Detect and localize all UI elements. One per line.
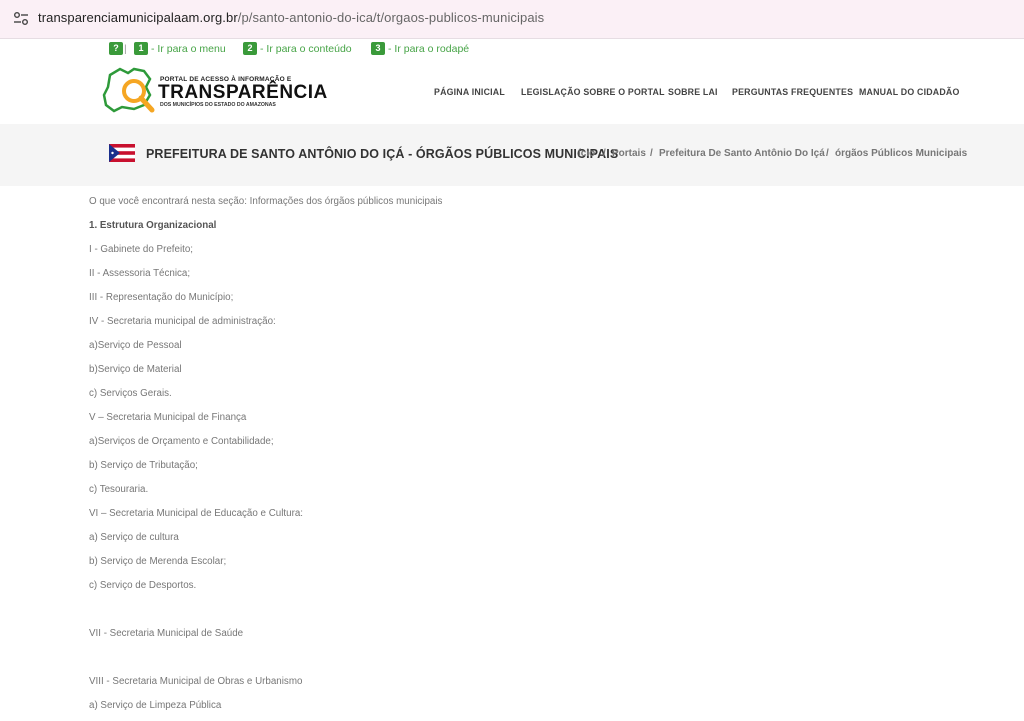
nav-faq[interactable]: PERGUNTAS FREQUENTES [732,87,853,97]
content-line: a) Serviço de cultura [89,532,179,543]
key-badge: 3 [371,42,385,55]
skip-link-label: - Ir para o conteúdo [260,42,352,55]
url-field[interactable]: transparenciamunicipalaam.org.br/p/santo… [38,10,544,25]
content-line: III - Representação do Município; [89,292,234,303]
municipal-flag-icon [109,144,135,162]
page-title: PREFEITURA DE SANTO ANTÔNIO DO IÇÁ - ÓRG… [146,147,619,161]
content-line: a)Serviço de Pessoal [89,340,182,351]
skip-to-footer-link[interactable]: 3- Ir para o rodapé [371,42,469,55]
content-line: V – Secretaria Municipal de Finança [89,412,247,423]
breadcrumb-separator: / [603,148,606,159]
breadcrumb-separator: / [650,148,653,159]
content-line: b) Serviço de Merenda Escolar; [89,556,227,567]
content-line: c) Tesouraria. [89,484,149,495]
skip-to-content-link[interactable]: 2- Ir para o conteúdo [243,42,352,55]
content-line: VIII - Secretaria Municipal de Obras e U… [89,676,303,687]
content-line: I - Gabinete do Prefeito; [89,244,194,255]
breadcrumb-prefeitura[interactable]: Prefeitura De Santo Antônio Do Içá [659,148,825,159]
site-logo[interactable]: PORTAL DE ACESSO À INFORMAÇÃO E TRANSPAR… [100,65,327,117]
skip-link-label: - Ir para o menu [151,42,226,55]
logo-line2: TRANSPARÊNCIA [158,82,328,103]
amazonas-map-magnifier-icon [102,67,155,113]
logo-line3: DOS MUNICÍPIOS DO ESTADO DO AMAZONAS [160,102,276,108]
skip-link-label: - Ir para o rodapé [388,42,470,55]
tune-icon[interactable] [12,11,30,27]
content-line: c) Serviço de Desportos. [89,580,197,591]
breadcrumb-home[interactable]: ício [578,148,595,159]
url-host: transparenciamunicipalaam.org.br [38,10,238,25]
content-line: c) Serviços Gerais. [89,388,172,399]
section-heading: 1. Estrutura Organizacional [89,220,217,231]
content-line: b) Serviço de Tributação; [89,460,198,471]
breadcrumb-current: órgãos Públicos Municipais [835,148,968,159]
section-intro: O que você encontrará nesta seção: Infor… [89,196,443,207]
browser-address-bar: transparenciamunicipalaam.org.br/p/santo… [0,0,1024,39]
content-line: b)Serviço de Material [89,364,182,375]
nav-legislation[interactable]: LEGISLAÇÃO SOBRE O PORTAL [521,87,665,97]
content-line: a)Serviços de Orçamento e Contabilidade; [89,436,274,447]
nav-citizen-manual[interactable]: MANUAL DO CIDADÃO [859,87,960,97]
skip-to-menu-link[interactable]: 1- Ir para o menu [134,42,226,55]
url-path: /p/santo-antonio-do-ica/t/orgaos-publico… [237,10,545,25]
content-line: IV - Secretaria municipal de administraç… [89,316,276,327]
nav-home[interactable]: PÁGINA INICIAL [434,87,505,97]
content-line: VII - Secretaria Municipal de Saúde [89,628,244,639]
nav-about-lai[interactable]: SOBRE LAI [668,87,718,97]
breadcrumb-portals[interactable]: Portais [612,148,646,159]
key-badge: 1 [134,42,148,55]
help-key-button[interactable]: ? [109,42,123,55]
content-line: II - Assessoria Técnica; [89,268,191,279]
content-line: a) Serviço de Limpeza Pública [89,700,222,711]
content-line: VI – Secretaria Municipal de Educação e … [89,508,304,519]
breadcrumb-separator: / [826,148,829,159]
key-badge: 2 [243,42,257,55]
accessibility-separator: | [124,42,127,55]
